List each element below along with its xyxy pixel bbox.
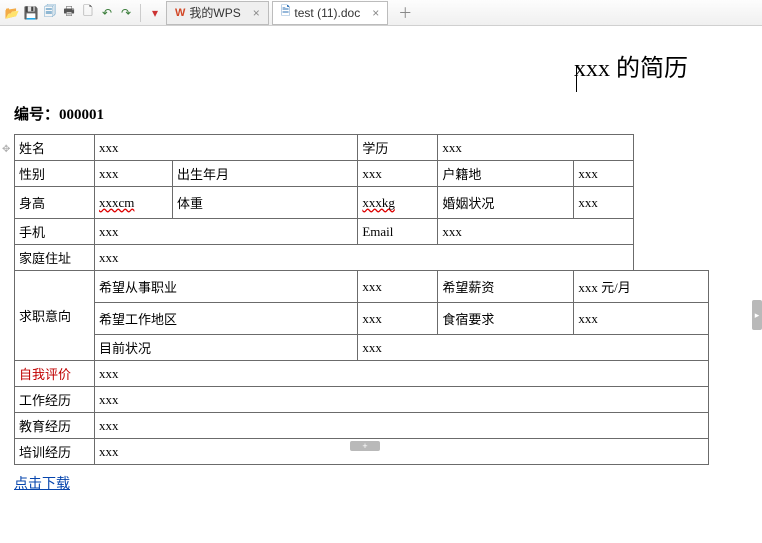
label-gender: 性别	[15, 161, 95, 187]
save-as-icon[interactable]: 🗐	[42, 5, 58, 21]
label-edu: 学历	[358, 135, 438, 161]
value-addr[interactable]: xxx	[95, 245, 634, 271]
value-name[interactable]: xxx	[95, 135, 358, 161]
table-row: 工作经历 xxx	[15, 387, 709, 413]
value-train-hist[interactable]: xxx	[95, 439, 709, 465]
value-work-hist[interactable]: xxx	[95, 387, 709, 413]
table-resize-handle-right[interactable]: ▸	[752, 300, 762, 330]
print-preview-icon[interactable]: 🗋	[80, 5, 96, 21]
label-board-req: 食宿要求	[438, 303, 574, 335]
value-desired-job[interactable]: xxx	[358, 271, 438, 303]
print-icon[interactable]: 🖶	[61, 5, 77, 21]
label-origin: 户籍地	[438, 161, 574, 187]
table-row: 手机 xxx Email xxx	[15, 219, 709, 245]
label-work-hist: 工作经历	[15, 387, 95, 413]
value-desired-salary[interactable]: xxx 元/月	[574, 271, 709, 303]
folder-open-icon[interactable]: 📂	[4, 5, 20, 21]
value-edu-hist[interactable]: xxx	[95, 413, 709, 439]
value-gender[interactable]: xxx	[95, 161, 173, 187]
value-dob[interactable]: xxx	[358, 161, 438, 187]
anchor-icon: ✥	[2, 144, 10, 155]
undo-icon[interactable]: ↶	[99, 5, 115, 21]
table-row: 希望工作地区 xxx 食宿要求 xxx	[15, 303, 709, 335]
new-tab-button[interactable]: ＋	[397, 5, 413, 21]
app-tabbar: 📂 💾 🗐 🖶 🗋 ↶ ↷ ▾ W 我的WPS × 🗎 test (11).do…	[0, 0, 762, 26]
label-addr: 家庭住址	[15, 245, 95, 271]
label-email: Email	[358, 219, 438, 245]
value-weight[interactable]: xxxkg	[358, 187, 438, 219]
photo-placeholder	[634, 135, 709, 271]
label-intent: 求职意向	[15, 271, 95, 361]
label-height: 身高	[15, 187, 95, 219]
label-phone: 手机	[15, 219, 95, 245]
table-row: 自我评价 xxx	[15, 361, 709, 387]
table-resize-handle-bottom[interactable]: +	[350, 441, 380, 451]
label-weight: 体重	[173, 187, 358, 219]
doc-file-icon: 🗎	[281, 2, 291, 23]
tab-label: test (11).doc	[294, 6, 360, 20]
value-marriage[interactable]: xxx	[574, 187, 634, 219]
serial-number[interactable]: 编号：000001	[14, 103, 748, 124]
table-row: 身高 xxxcm 体重 xxxkg 婚姻状况 xxx	[15, 187, 709, 219]
value-height[interactable]: xxxcm	[95, 187, 173, 219]
label-name: 姓名	[15, 135, 95, 161]
value-desired-loc[interactable]: xxx	[358, 303, 438, 335]
value-phone[interactable]: xxx	[95, 219, 358, 245]
label-desired-loc: 希望工作地区	[95, 303, 358, 335]
dropdown-icon[interactable]: ▾	[147, 5, 163, 21]
table-row: 求职意向 希望从事职业 xxx 希望薪资 xxx 元/月	[15, 271, 709, 303]
label-train-hist: 培训经历	[15, 439, 95, 465]
label-self-eval: 自我评价	[15, 361, 95, 387]
download-link[interactable]: 点击下载	[14, 473, 70, 493]
wps-logo-icon: W	[175, 7, 185, 19]
value-edu[interactable]: xxx	[438, 135, 634, 161]
save-icon[interactable]: 💾	[23, 5, 39, 21]
table-row: 家庭住址 xxx	[15, 245, 709, 271]
table-row: 目前状况 xxx	[15, 335, 709, 361]
redo-icon[interactable]: ↷	[118, 5, 134, 21]
value-self-eval[interactable]: xxx	[95, 361, 709, 387]
value-email[interactable]: xxx	[438, 219, 634, 245]
value-board-req[interactable]: xxx	[574, 303, 709, 335]
resume-table[interactable]: 姓名 xxx 学历 xxx 性别 xxx 出生年月 xxx 户籍地 xxx 身高…	[14, 134, 709, 465]
value-current[interactable]: xxx	[358, 335, 709, 361]
tab-label: 我的WPS	[189, 4, 240, 21]
tab-my-wps[interactable]: W 我的WPS ×	[166, 1, 269, 25]
page-title[interactable]: xxx 的简历	[14, 48, 748, 83]
serial-label: 编号：	[14, 107, 59, 123]
table-row: 性别 xxx 出生年月 xxx 户籍地 xxx	[15, 161, 709, 187]
label-dob: 出生年月	[173, 161, 358, 187]
close-icon[interactable]: ×	[372, 6, 379, 20]
label-desired-job: 希望从事职业	[95, 271, 358, 303]
table-row: 教育经历 xxx	[15, 413, 709, 439]
serial-value: 000001	[59, 107, 104, 123]
toolbar-separator	[140, 4, 141, 22]
tab-document[interactable]: 🗎 test (11).doc ×	[272, 1, 388, 25]
label-edu-hist: 教育经历	[15, 413, 95, 439]
label-desired-salary: 希望薪资	[438, 271, 574, 303]
close-icon[interactable]: ×	[253, 6, 260, 20]
label-current: 目前状况	[95, 335, 358, 361]
label-marriage: 婚姻状况	[438, 187, 574, 219]
value-origin[interactable]: xxx	[574, 161, 634, 187]
document-page: xxx 的简历 编号：000001 ✥ 姓名 xxx 学历 xxx 性别 xxx…	[0, 26, 762, 493]
table-row: 姓名 xxx 学历 xxx	[15, 135, 709, 161]
